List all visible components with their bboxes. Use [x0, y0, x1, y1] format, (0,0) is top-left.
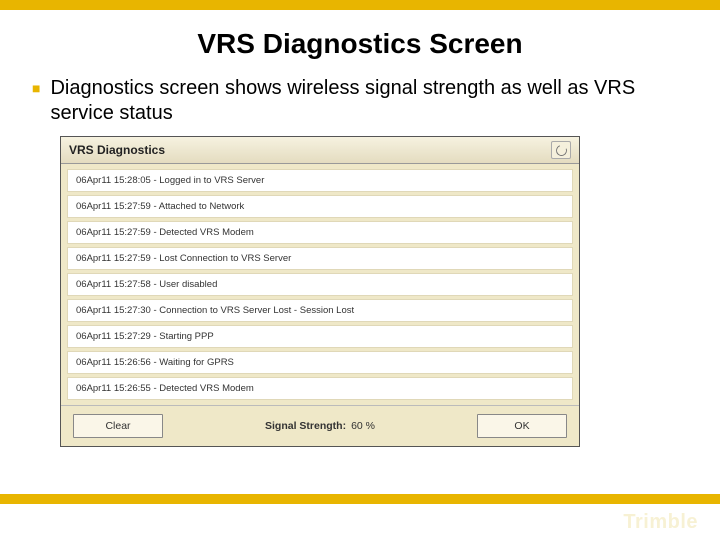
- bottom-accent-stripe: [0, 494, 720, 504]
- vrs-diagnostics-window: VRS Diagnostics 06Apr11 15:28:05 - Logge…: [60, 136, 580, 447]
- log-entry: 06Apr11 15:27:29 - Starting PPP: [67, 325, 573, 348]
- log-entry: 06Apr11 15:27:59 - Attached to Network: [67, 195, 573, 218]
- log-entry: 06Apr11 15:26:56 - Waiting for GPRS: [67, 351, 573, 374]
- bullet-square-icon: ■: [32, 80, 40, 96]
- ok-button[interactable]: OK: [477, 414, 567, 438]
- clear-button[interactable]: Clear: [73, 414, 163, 438]
- top-accent-stripe: [0, 0, 720, 10]
- refresh-button[interactable]: [551, 141, 571, 159]
- bullet-item: ■ Diagnostics screen shows wireless sign…: [0, 76, 720, 126]
- brand-logo: Trimble: [623, 511, 698, 534]
- window-title: VRS Diagnostics: [69, 143, 165, 157]
- signal-strength-label: Signal Strength:: [265, 420, 346, 432]
- page-title: VRS Diagnostics Screen: [0, 28, 720, 60]
- log-list: 06Apr11 15:28:05 - Logged in to VRS Serv…: [61, 164, 579, 405]
- ok-button-label: OK: [514, 420, 529, 432]
- clear-button-label: Clear: [105, 420, 130, 432]
- log-entry: 06Apr11 15:27:59 - Lost Connection to VR…: [67, 247, 573, 270]
- bullet-text: Diagnostics screen shows wireless signal…: [50, 76, 680, 126]
- log-entry: 06Apr11 15:27:30 - Connection to VRS Ser…: [67, 299, 573, 322]
- refresh-icon: [554, 143, 569, 158]
- log-entry: 06Apr11 15:26:55 - Detected VRS Modem: [67, 377, 573, 400]
- log-entry: 06Apr11 15:27:58 - User disabled: [67, 273, 573, 296]
- signal-strength-value: 60 %: [351, 420, 375, 432]
- log-entry: 06Apr11 15:27:59 - Detected VRS Modem: [67, 221, 573, 244]
- window-header: VRS Diagnostics: [61, 137, 579, 164]
- signal-strength-display: Signal Strength: 60 %: [265, 420, 375, 432]
- window-footer: Clear Signal Strength: 60 % OK: [61, 405, 579, 446]
- log-entry: 06Apr11 15:28:05 - Logged in to VRS Serv…: [67, 169, 573, 192]
